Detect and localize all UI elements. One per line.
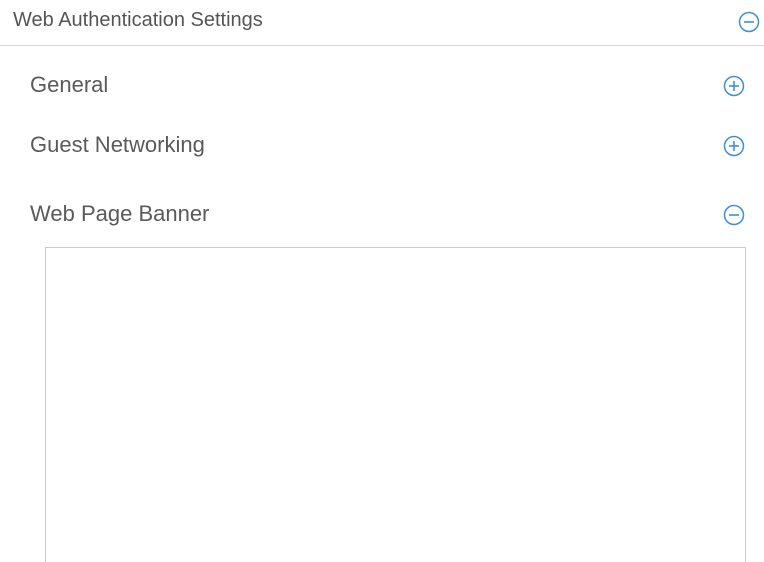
subsection-label-general: General — [30, 72, 109, 97]
web-authentication-settings-panel: Web Authentication Settings General Gues… — [0, 0, 764, 562]
section-header: Web Authentication Settings — [0, 0, 764, 46]
expand-plus-icon[interactable] — [723, 135, 745, 157]
collapse-minus-icon[interactable] — [738, 11, 760, 33]
subsection-guest-networking[interactable]: Guest Networking — [0, 126, 764, 166]
subsection-general[interactable]: General — [0, 66, 764, 106]
section-title: Web Authentication Settings — [13, 9, 263, 31]
web-page-banner-textarea[interactable] — [45, 247, 746, 562]
expand-plus-icon[interactable] — [723, 75, 745, 97]
subsection-web-page-banner[interactable]: Web Page Banner — [0, 195, 764, 235]
collapse-minus-icon[interactable] — [723, 204, 745, 226]
subsection-label-web-page-banner: Web Page Banner — [30, 201, 210, 226]
subsection-label-guest-networking: Guest Networking — [30, 132, 205, 157]
